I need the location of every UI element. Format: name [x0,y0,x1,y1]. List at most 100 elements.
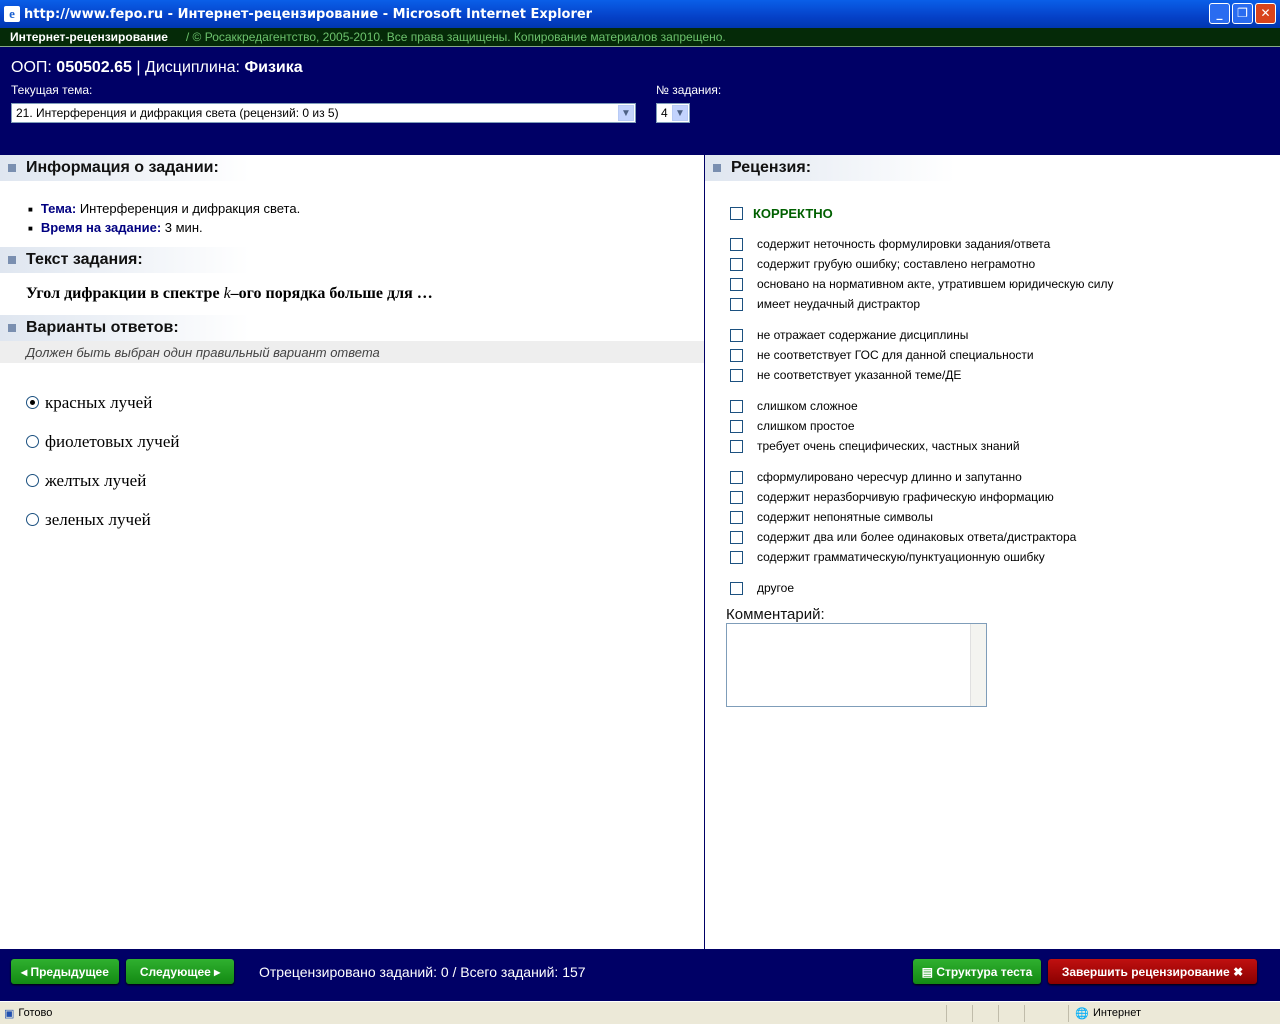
copyright: / © Росаккредагентство, 2005-2010. Все п… [185,30,726,44]
review-checkbox[interactable]: слишком простое [730,416,1280,436]
comment-textarea[interactable] [726,623,987,707]
radio-button[interactable] [26,396,39,409]
review-checkbox[interactable]: содержит неразборчивую графическую инфор… [730,487,1280,507]
checkbox[interactable] [730,399,743,413]
task-select-value: 4 [661,106,668,120]
close-button[interactable]: ✕ [1255,3,1276,24]
separator: | [136,59,141,76]
checkbox[interactable] [730,257,743,271]
topic-label: Текущая тема: [11,83,93,97]
info-time: Время на задание: 3 мин. [28,220,704,235]
checkbox[interactable] [730,419,743,433]
finish-button[interactable]: Завершить рецензирование ✖ [1048,959,1257,984]
structure-button[interactable]: ▤ Структура теста [913,959,1041,984]
review-checkbox-label: имеет неудачный дистрактор [757,297,921,311]
chevron-down-icon[interactable]: ▼ [672,105,688,121]
radio-button[interactable] [26,435,39,448]
info-list: Тема: Интерференция и дифракция света. В… [0,181,704,235]
comment-label: Комментарий: [726,606,825,623]
topic-select[interactable]: 21. Интерференция и дифракция света (рец… [11,103,636,123]
review-checkbox-label: содержит неразборчивую графическую инфор… [757,490,1054,504]
answers-section-header: Варианты ответов: [0,315,704,341]
checkbox[interactable] [730,277,743,291]
answer-option[interactable]: красных лучей [26,393,704,412]
review-checkbox[interactable]: не соответствует ГОС для данной специаль… [730,345,1280,365]
checkbox[interactable] [730,470,743,484]
discipline-value: Физика [244,59,303,76]
review-checkbox[interactable]: содержит грубую ошибку; составлено негра… [730,254,1280,274]
text-section-header: Текст задания: [0,247,704,273]
correct-label: КОРРЕКТНО [753,205,833,221]
discipline-label: Дисциплина: [145,59,240,76]
footer: ◂ Предыдущее Следующее ▸ Отрецензировано… [0,949,1280,1001]
review-checkbox[interactable]: не отражает содержание дисциплины [730,325,1280,345]
review-checkbox[interactable]: содержит грамматическую/пунктуационную о… [730,547,1280,567]
review-checkbox[interactable]: слишком сложное [730,396,1280,416]
finish-label: Завершить рецензирование [1061,964,1230,979]
review-checkbox-label: содержит два или более одинаковых ответа… [757,530,1077,544]
review-checkbox-label: не соответствует указанной теме/ДЕ [757,368,962,382]
checkbox[interactable] [730,550,743,564]
checkbox[interactable] [730,530,743,544]
maximize-button[interactable]: ❐ [1232,3,1253,24]
review-checkbox[interactable]: содержит два или более одинаковых ответа… [730,527,1280,547]
review-checkbox[interactable]: содержит неточность формулировки задания… [730,234,1280,254]
chevron-down-icon[interactable]: ▼ [618,105,634,121]
review-section-header: Рецензия: [705,155,1280,181]
bullet-icon [8,256,16,264]
app-name: Интернет-рецензирование [10,30,168,44]
review-checkbox-label: не отражает содержание дисциплины [757,328,969,342]
oop-label: ООП: [11,59,52,76]
review-checkbox[interactable]: основано на нормативном акте, утратившем… [730,274,1280,294]
review-checkbox-label: содержит неточность формулировки задания… [757,237,1051,251]
checkbox[interactable] [730,581,743,595]
review-checkbox[interactable]: требует очень специфических, частных зна… [730,436,1280,456]
checkbox[interactable] [730,297,743,311]
text-title: Текст задания: [26,251,143,268]
answer-label: зеленых лучей [45,509,151,529]
top-bar: Интернет-рецензирование / © Росаккредаге… [0,28,1280,47]
review-checkbox-label: основано на нормативном акте, утратившем… [757,277,1114,291]
checkbox[interactable] [730,328,743,342]
checkbox[interactable] [730,490,743,504]
checkbox[interactable] [730,510,743,524]
radio-button[interactable] [26,513,39,526]
scrollbar[interactable] [970,624,986,706]
answer-option[interactable]: зеленых лучей [26,510,704,529]
topic-select-value: 21. Интерференция и дифракция света (рец… [16,106,339,120]
checkbox[interactable] [730,237,743,251]
task-select[interactable]: 4 ▼ [656,103,690,123]
answer-option[interactable]: фиолетовых лучей [26,432,704,451]
review-checkbox-label: слишком сложное [757,399,858,413]
bullet-icon [8,324,16,332]
review-checkbox[interactable]: не соответствует указанной теме/ДЕ [730,365,1280,385]
globe-icon: 🌐 [1075,1007,1089,1020]
prev-button[interactable]: ◂ Предыдущее [11,959,119,984]
topic-key: Тема: [40,201,77,216]
question-k: k [223,285,231,302]
review-checkbox[interactable]: сформулировано чересчур длинно и запутан… [730,467,1280,487]
next-button[interactable]: Следующее ▸ [126,959,234,984]
review-checkbox-label: не соответствует ГОС для данной специаль… [757,348,1034,362]
review-checkbox[interactable]: другое [730,578,1280,598]
minimize-button[interactable]: _ [1209,3,1230,24]
review-checkbox-label: содержит грубую ошибку; составлено негра… [757,257,1036,271]
topic-value: Интерференция и дифракция света. [79,201,301,216]
review-panel: Рецензия: КОРРЕКТНО содержит неточность … [705,155,1280,949]
info-section-header: Информация о задании: [0,155,704,181]
question-pre: Угол дифракции в спектре [26,285,224,302]
correct-checkbox[interactable]: КОРРЕКТНО [730,203,1280,223]
checkbox[interactable] [730,439,743,453]
checkbox[interactable] [730,368,743,382]
review-checkbox-label: содержит непонятные символы [757,510,934,524]
answer-option[interactable]: желтых лучей [26,471,704,490]
checkbox[interactable] [730,206,743,220]
review-checkbox[interactable]: имеет неудачный дистрактор [730,294,1280,314]
checkbox[interactable] [730,348,743,362]
info-topic: Тема: Интерференция и дифракция света. [28,201,704,216]
review-count: Отрецензировано заданий: 0 / Всего задан… [259,964,586,980]
review-checkbox-label: другое [757,581,795,595]
radio-button[interactable] [26,474,39,487]
review-checkbox[interactable]: содержит непонятные символы [730,507,1280,527]
info-title: Информация о задании: [26,159,219,176]
